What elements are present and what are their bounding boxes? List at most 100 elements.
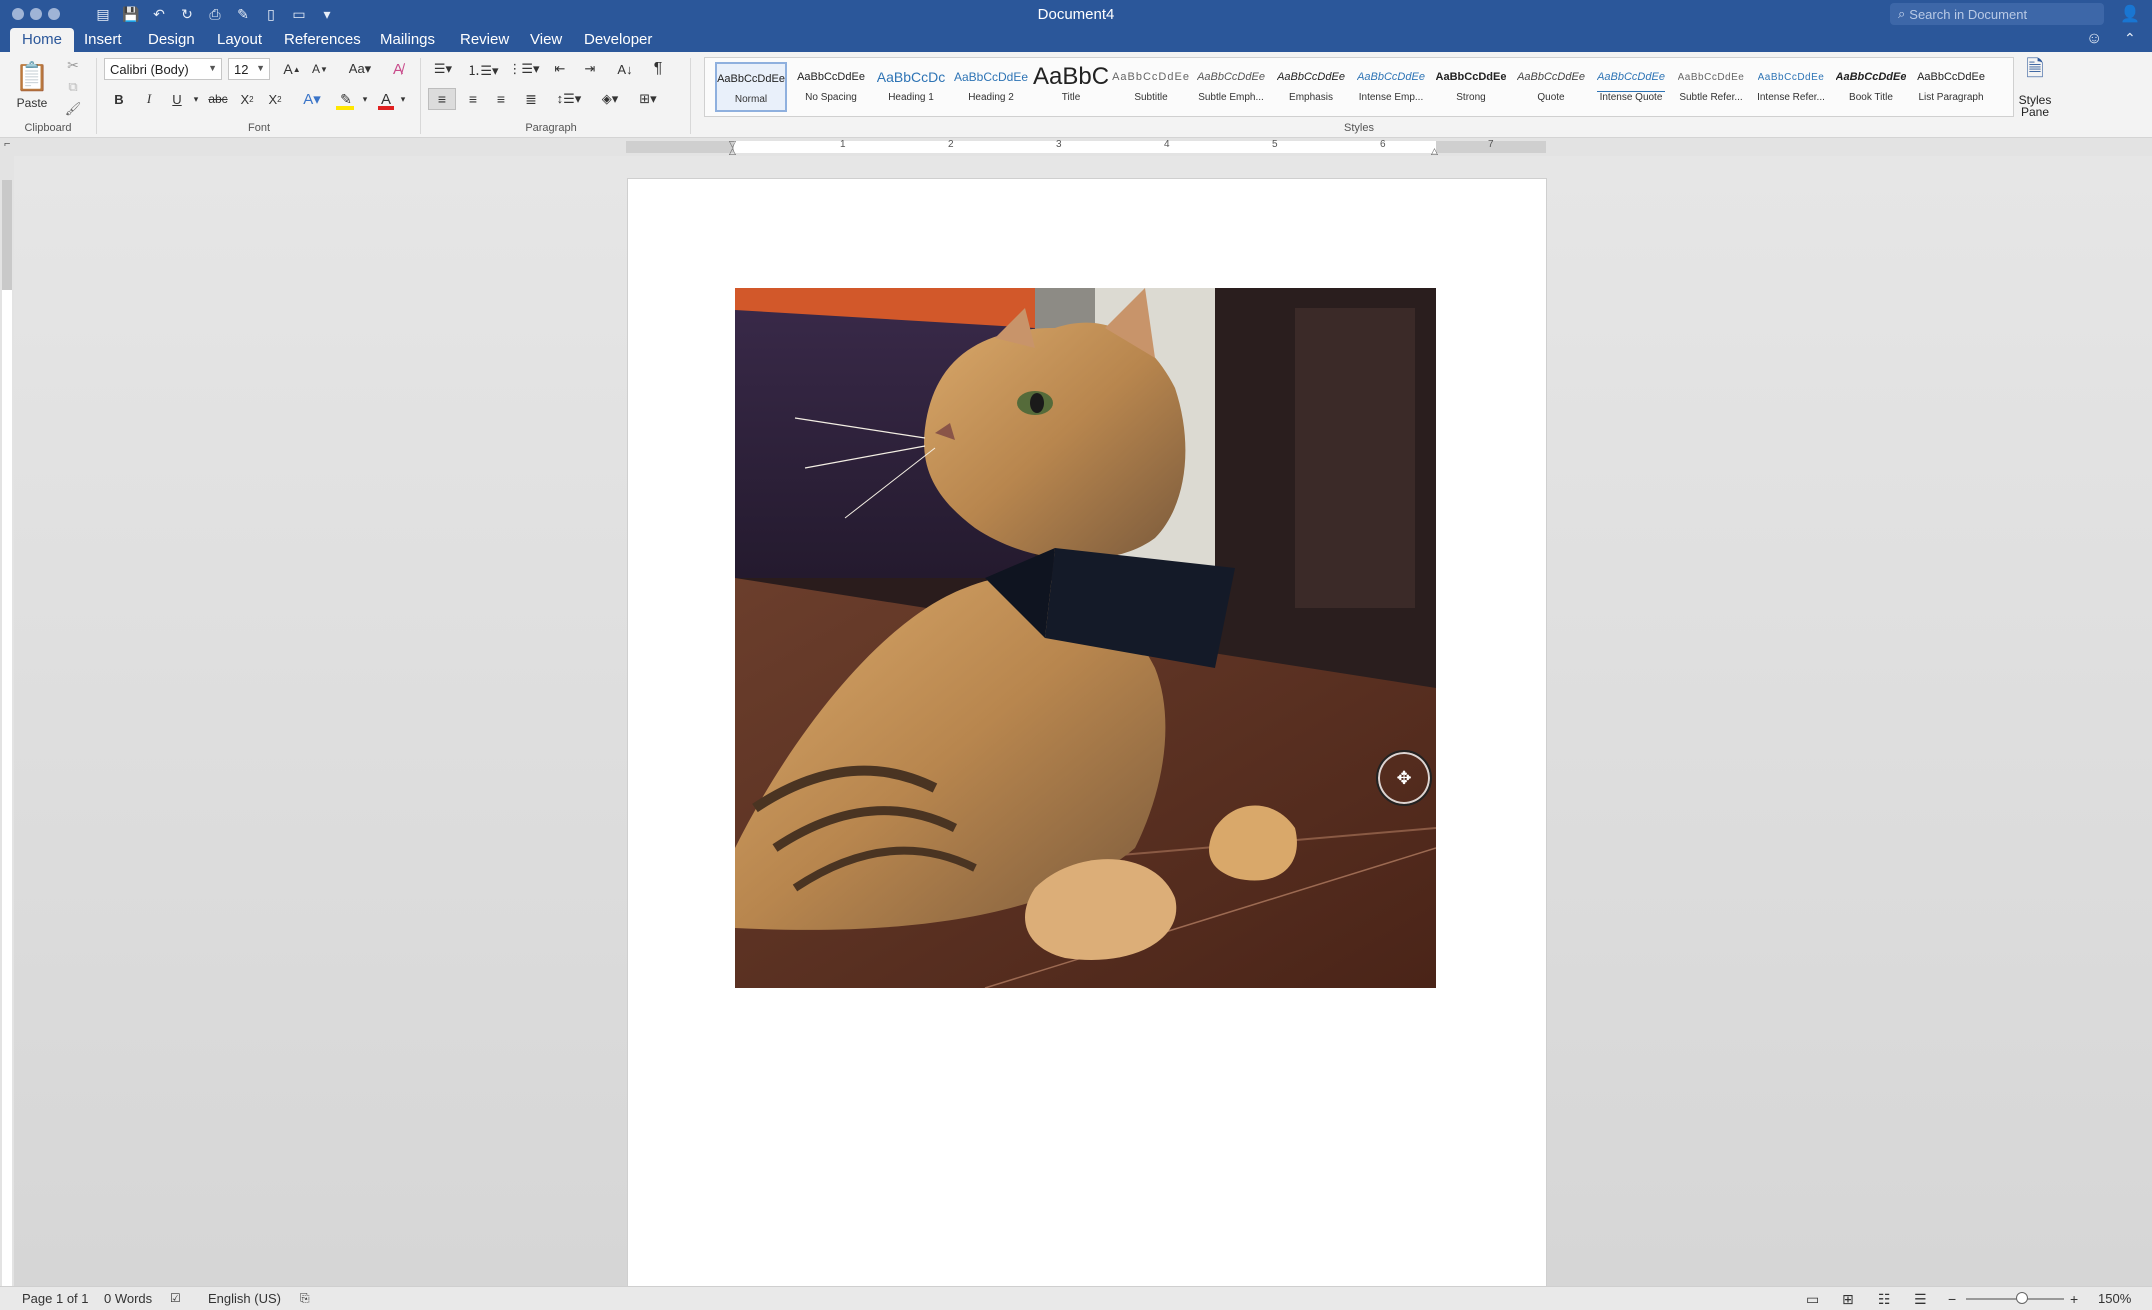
- decrease-indent-icon[interactable]: ⇤: [548, 58, 572, 80]
- grow-font-icon[interactable]: A ▲: [280, 58, 304, 80]
- align-left-button[interactable]: ≡: [428, 88, 456, 110]
- superscript-button[interactable]: X2: [264, 88, 286, 110]
- zoom-out-icon[interactable]: −: [1948, 1291, 1956, 1307]
- styles-pane-icon[interactable]: 🗎: [2020, 56, 2050, 86]
- italic-button[interactable]: I: [138, 88, 160, 110]
- style-heading-1[interactable]: AaBbCcDc Heading 1: [875, 62, 947, 112]
- tab-design[interactable]: Design: [136, 28, 207, 52]
- web-layout-view-icon[interactable]: ⊞: [1842, 1291, 1854, 1308]
- tab-developer[interactable]: Developer: [572, 28, 664, 52]
- underline-button[interactable]: U: [166, 88, 188, 110]
- style-sample: AaBbCcDdEe: [953, 70, 1029, 84]
- style-intense-emphasis[interactable]: AaBbCcDdEe Intense Emp...: [1355, 62, 1427, 112]
- align-right-button[interactable]: ≡: [488, 88, 514, 110]
- tab-selector-icon[interactable]: ⌐: [4, 138, 10, 150]
- tab-insert[interactable]: Insert: [72, 28, 134, 52]
- style-subtle-reference[interactable]: AaBbCcDdEe Subtle Refer...: [1675, 62, 1747, 112]
- print-layout-view-icon[interactable]: ▭: [1806, 1291, 1819, 1308]
- style-subtle-emphasis[interactable]: AaBbCcDdEe Subtle Emph...: [1195, 62, 1267, 112]
- style-name: Heading 1: [888, 92, 934, 103]
- sort-icon[interactable]: A↓: [612, 58, 638, 80]
- style-sample: AaBbCcDdEe: [1757, 71, 1825, 83]
- highlight-options-icon[interactable]: ▾: [360, 88, 370, 110]
- change-case-icon[interactable]: Aa▾: [344, 58, 376, 80]
- inserted-picture[interactable]: [735, 288, 1436, 988]
- move-cursor-icon: ✥: [1376, 750, 1432, 806]
- font-color-options-icon[interactable]: ▾: [398, 88, 408, 110]
- strikethrough-button[interactable]: abc: [206, 88, 230, 110]
- vertical-ruler[interactable]: [0, 156, 14, 1286]
- styles-pane-button[interactable]: Styles Pane: [2010, 94, 2060, 118]
- language-status[interactable]: English (US): [208, 1291, 281, 1306]
- clipboard-group-label: Clipboard: [24, 122, 72, 134]
- outline-view-icon[interactable]: ☷: [1878, 1291, 1891, 1308]
- horizontal-ruler[interactable]: ⌐ 1 2 3 4 5 6 7 ▽ △ △: [0, 138, 2152, 156]
- style-name: Strong: [1456, 92, 1486, 103]
- style-strong[interactable]: AaBbCcDdEe Strong: [1435, 62, 1507, 112]
- tab-view[interactable]: View: [518, 28, 574, 52]
- justify-button[interactable]: ≣: [518, 88, 544, 110]
- style-book-title[interactable]: AaBbCcDdEe Book Title: [1835, 62, 1907, 112]
- zoom-in-icon[interactable]: +: [2070, 1291, 2078, 1307]
- numbering-icon[interactable]: ⒈☰▾: [466, 58, 500, 80]
- line-spacing-icon[interactable]: ↕☰▾: [552, 88, 586, 110]
- zoom-level[interactable]: 150%: [2098, 1291, 2131, 1306]
- shading-icon[interactable]: ◈▾: [594, 88, 626, 110]
- style-title[interactable]: AaBbC Title: [1033, 62, 1109, 112]
- bullets-icon[interactable]: ☰▾: [428, 58, 458, 80]
- bold-button[interactable]: B: [108, 88, 130, 110]
- tab-layout[interactable]: Layout: [205, 28, 274, 52]
- page-count[interactable]: Page 1 of 1: [22, 1291, 89, 1306]
- style-normal[interactable]: AaBbCcDdEe Normal: [715, 62, 787, 112]
- style-sample: AaBbCcDdEe: [1597, 62, 1665, 92]
- search-icon: ⌕: [1898, 6, 1906, 21]
- draft-view-icon[interactable]: ☰: [1914, 1291, 1927, 1308]
- search-box[interactable]: ⌕: [1890, 3, 2104, 25]
- subscript-button[interactable]: X2: [236, 88, 258, 110]
- style-heading-2[interactable]: AaBbCcDdEe Heading 2: [953, 62, 1029, 112]
- style-subtitle[interactable]: AaBbCcDdEe Subtitle: [1112, 62, 1189, 112]
- style-intense-quote[interactable]: AaBbCcDdEe Intense Quote: [1595, 62, 1667, 112]
- paste-icon[interactable]: 📋: [12, 56, 52, 96]
- tab-review[interactable]: Review: [448, 28, 521, 52]
- show-formatting-marks-icon[interactable]: ¶: [646, 58, 670, 80]
- highlight-color-icon[interactable]: ✎: [334, 88, 358, 110]
- style-name: Intense Emp...: [1358, 92, 1424, 103]
- clear-formatting-icon[interactable]: A̸: [386, 58, 410, 80]
- multilevel-list-icon[interactable]: ⋮☰▾: [508, 58, 540, 80]
- style-sample: AaBbCcDdEe: [1517, 71, 1585, 83]
- style-name: Heading 2: [968, 92, 1014, 103]
- underline-options-icon[interactable]: ▾: [190, 88, 202, 110]
- collapse-ribbon-icon[interactable]: ⌃: [2124, 30, 2136, 47]
- align-center-button[interactable]: ≡: [460, 88, 486, 110]
- increase-indent-icon[interactable]: ⇥: [578, 58, 602, 80]
- font-name-dropdown[interactable]: Calibri (Body) ▼: [104, 58, 222, 80]
- ruler-number: 6: [1380, 139, 1386, 150]
- styles-gallery: AaBbCcDdEe Normal AaBbCcDdEe No Spacing …: [704, 57, 2014, 117]
- tab-references[interactable]: References: [272, 28, 373, 52]
- borders-icon[interactable]: ⊞▾: [630, 88, 666, 110]
- search-input[interactable]: [1909, 6, 2090, 22]
- tab-mailings[interactable]: Mailings: [368, 28, 447, 52]
- tab-home[interactable]: Home: [10, 28, 75, 52]
- feedback-smiley-icon[interactable]: ☺: [2086, 30, 2102, 48]
- style-no-spacing[interactable]: AaBbCcDdEe No Spacing: [795, 62, 867, 112]
- font-color-icon[interactable]: A: [374, 88, 398, 110]
- proofing-icon[interactable]: ☑: [170, 1291, 181, 1305]
- paste-button-label[interactable]: Paste: [10, 94, 54, 112]
- word-count[interactable]: 0 Words: [104, 1291, 152, 1306]
- cut-icon[interactable]: ✂: [62, 54, 84, 76]
- text-effects-icon[interactable]: A▾: [300, 88, 324, 110]
- copy-icon[interactable]: ⧉: [62, 76, 84, 98]
- font-size-dropdown[interactable]: 12 ▼: [228, 58, 270, 80]
- format-painter-icon[interactable]: 🖌: [62, 98, 84, 120]
- style-list-paragraph[interactable]: AaBbCcDdEe List Paragraph: [1915, 62, 1987, 112]
- zoom-slider[interactable]: [1966, 1298, 2064, 1300]
- zoom-slider-thumb[interactable]: [2016, 1292, 2028, 1304]
- style-quote[interactable]: AaBbCcDdEe Quote: [1515, 62, 1587, 112]
- style-emphasis[interactable]: AaBbCcDdEe Emphasis: [1275, 62, 1347, 112]
- track-changes-icon[interactable]: ⎘: [300, 1291, 310, 1306]
- shrink-font-icon[interactable]: A ▼: [308, 58, 332, 80]
- style-intense-reference[interactable]: AaBbCcDdEe Intense Refer...: [1755, 62, 1827, 112]
- share-icon[interactable]: 👤: [2120, 4, 2140, 24]
